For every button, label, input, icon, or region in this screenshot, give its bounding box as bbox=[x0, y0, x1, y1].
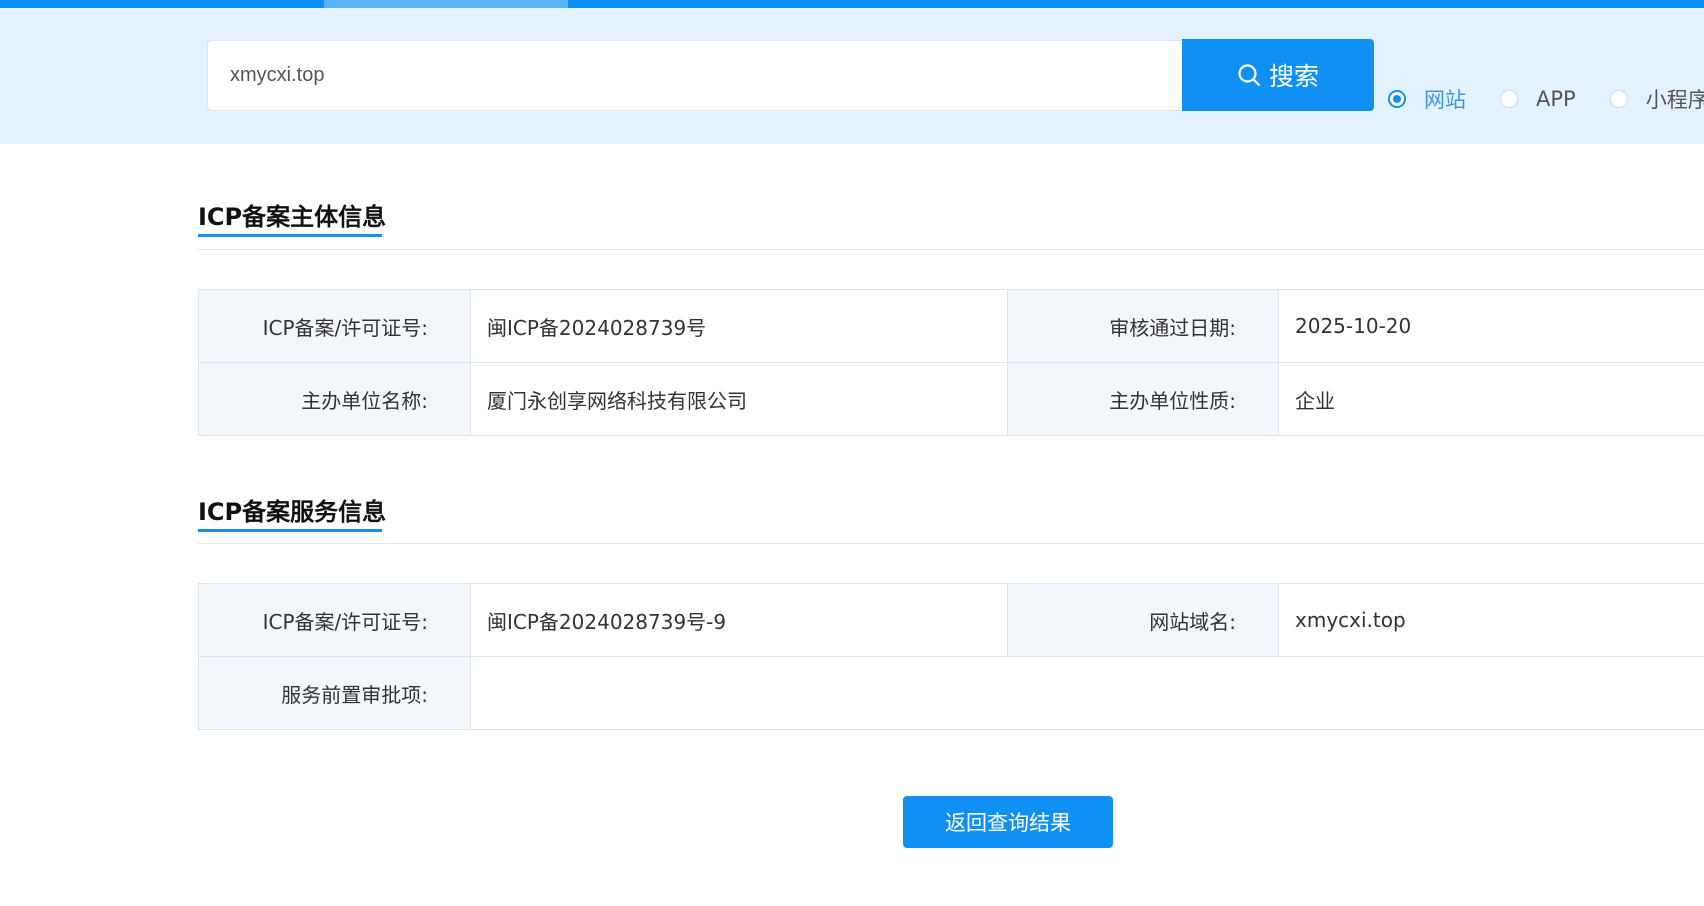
service-license-value: 闽ICP备2024028739号-9 bbox=[470, 583, 1008, 657]
back-to-results-button[interactable]: 返回查询结果 bbox=[903, 796, 1113, 848]
org-type-value: 企业 bbox=[1278, 362, 1704, 436]
service-info-table: ICP备案/许可证号: 闽ICP备2024028739号-9 网站域名: xmy… bbox=[198, 583, 1704, 730]
org-type-label: 主办单位性质: bbox=[1007, 362, 1279, 436]
subject-title-underline bbox=[198, 234, 382, 237]
table-row: ICP备案/许可证号: 闽ICP备2024028739号 审核通过日期: 202… bbox=[198, 289, 1704, 363]
service-license-label: ICP备案/许可证号: bbox=[198, 583, 471, 657]
radio-label-website: 网站 bbox=[1424, 88, 1466, 112]
license-label: ICP备案/许可证号: bbox=[198, 289, 471, 363]
record-type-radio-group: 网站 APP 小程序 bbox=[1388, 84, 1704, 114]
org-name-label: 主办单位名称: bbox=[198, 362, 471, 436]
service-title-underline bbox=[198, 529, 382, 532]
service-section-title: ICP备案服务信息 bbox=[198, 498, 387, 526]
search-icon bbox=[1238, 64, 1261, 87]
subject-section-title: ICP备案主体信息 bbox=[198, 203, 387, 231]
table-row: 主办单位名称: 厦门永创享网络科技有限公司 主办单位性质: 企业 bbox=[198, 362, 1704, 436]
top-active-tab-indicator bbox=[324, 0, 568, 8]
domain-label: 网站域名: bbox=[1007, 583, 1279, 657]
approve-date-value: 2025-10-20 bbox=[1278, 289, 1704, 363]
subject-section-divider bbox=[198, 249, 1704, 250]
approve-date-label: 审核通过日期: bbox=[1007, 289, 1279, 363]
radio-website[interactable]: 网站 bbox=[1388, 84, 1466, 114]
radio-dot-miniprogram[interactable] bbox=[1609, 90, 1628, 108]
domain-value: xmycxi.top bbox=[1278, 583, 1704, 657]
table-row: ICP备案/许可证号: 闽ICP备2024028739号-9 网站域名: xmy… bbox=[198, 583, 1704, 657]
radio-label-app: APP bbox=[1536, 87, 1576, 111]
license-value: 闽ICP备2024028739号 bbox=[470, 289, 1008, 363]
search-button[interactable]: 搜索 bbox=[1182, 39, 1374, 111]
radio-dot-website[interactable] bbox=[1388, 90, 1406, 108]
table-row: 服务前置审批项: bbox=[198, 656, 1704, 730]
preapproval-value bbox=[470, 656, 1704, 730]
service-section-divider bbox=[198, 543, 1704, 544]
top-accent-bar bbox=[0, 0, 1704, 8]
radio-miniprogram[interactable]: 小程序 bbox=[1609, 84, 1704, 114]
subject-info-table: ICP备案/许可证号: 闽ICP备2024028739号 审核通过日期: 202… bbox=[198, 289, 1704, 436]
radio-app[interactable]: APP bbox=[1500, 87, 1576, 111]
org-name-value: 厦门永创享网络科技有限公司 bbox=[470, 362, 1008, 436]
search-button-label: 搜索 bbox=[1268, 62, 1319, 91]
search-input[interactable] bbox=[207, 40, 1184, 111]
radio-dot-app[interactable] bbox=[1500, 90, 1518, 108]
preapproval-label: 服务前置审批项: bbox=[198, 656, 471, 730]
radio-label-miniprogram: 小程序 bbox=[1645, 88, 1704, 112]
